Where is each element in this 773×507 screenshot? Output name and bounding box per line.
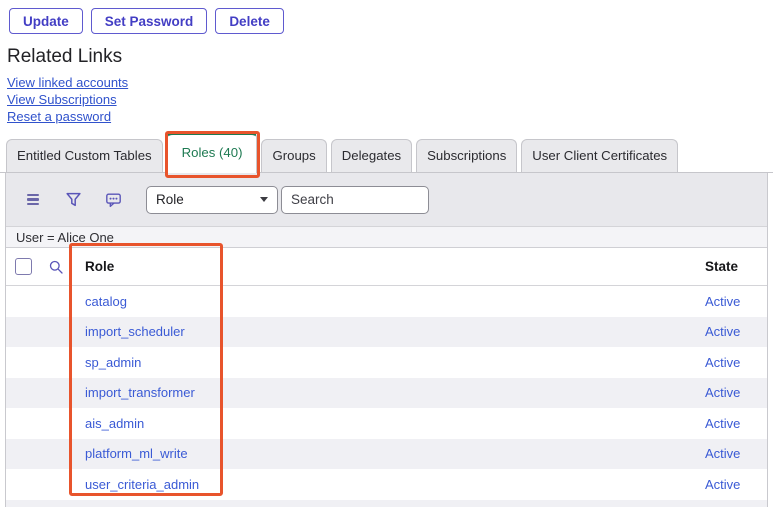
table-row: import_scheduler Active: [6, 317, 767, 348]
list-condition-text: User = Alice One: [16, 230, 114, 245]
set-password-button[interactable]: Set Password: [91, 8, 208, 34]
role-link[interactable]: import_transformer: [85, 385, 195, 400]
chevron-down-icon: [260, 197, 268, 202]
tab-entitled-custom-tables[interactable]: Entitled Custom Tables: [6, 139, 163, 172]
tab-groups[interactable]: Groups: [261, 139, 326, 172]
tab-user-client-certificates[interactable]: User Client Certificates: [521, 139, 678, 172]
state-link[interactable]: Active: [705, 355, 740, 370]
role-link[interactable]: sp_admin: [85, 355, 141, 370]
related-lists-tabstrip: Entitled Custom Tables Roles (40) Groups…: [0, 131, 773, 173]
tab-subscriptions[interactable]: Subscriptions: [416, 139, 517, 172]
search-field-dropdown[interactable]: Role: [146, 186, 278, 214]
search-field-dropdown-value: Role: [156, 192, 184, 207]
table-header-row: Role State: [6, 248, 767, 286]
tab-roles[interactable]: Roles (40): [167, 131, 258, 173]
delete-button[interactable]: Delete: [215, 8, 284, 34]
menu-icon[interactable]: [24, 191, 42, 209]
roles-list-container: Role User = Alice One Role State catalog…: [5, 173, 768, 507]
table-row: platform_ml_write Active: [6, 439, 767, 470]
role-link[interactable]: user_criteria_admin: [85, 477, 199, 492]
column-header-role[interactable]: Role: [76, 259, 705, 274]
state-link[interactable]: Active: [705, 416, 740, 431]
filter-icon[interactable]: [64, 191, 82, 209]
reset-a-password-link[interactable]: Reset a password: [7, 108, 773, 125]
view-linked-accounts-link[interactable]: View linked accounts: [7, 74, 773, 91]
role-link[interactable]: platform_ml_write: [85, 446, 188, 461]
state-link[interactable]: Active: [705, 294, 740, 309]
state-link[interactable]: Active: [705, 477, 740, 492]
chat-icon[interactable]: [104, 191, 122, 209]
state-link[interactable]: Active: [705, 324, 740, 339]
table-row: ais_admin Active: [6, 408, 767, 439]
role-link[interactable]: ais_admin: [85, 416, 144, 431]
table-row-partial: [6, 500, 767, 507]
state-link[interactable]: Active: [705, 446, 740, 461]
table-row: catalog Active: [6, 286, 767, 317]
related-links-list: View linked accounts View Subscriptions …: [7, 74, 773, 125]
select-all-checkbox[interactable]: [15, 258, 32, 275]
state-link[interactable]: Active: [705, 385, 740, 400]
related-links-heading: Related Links: [7, 46, 773, 68]
role-link[interactable]: catalog: [85, 294, 127, 309]
form-action-buttons: Update Set Password Delete: [0, 0, 773, 34]
table-row: import_transformer Active: [6, 378, 767, 409]
list-condition-breadcrumb[interactable]: User = Alice One: [6, 227, 767, 248]
table-row: user_criteria_admin Active: [6, 469, 767, 500]
role-link[interactable]: import_scheduler: [85, 324, 185, 339]
list-toolbar: Role: [6, 173, 767, 227]
list-search-input[interactable]: [281, 186, 429, 214]
column-header-state[interactable]: State: [705, 259, 767, 274]
table-row: sp_admin Active: [6, 347, 767, 378]
view-subscriptions-link[interactable]: View Subscriptions: [7, 91, 773, 108]
update-button[interactable]: Update: [9, 8, 83, 34]
column-search-icon[interactable]: [36, 259, 76, 275]
tab-delegates[interactable]: Delegates: [331, 139, 412, 172]
